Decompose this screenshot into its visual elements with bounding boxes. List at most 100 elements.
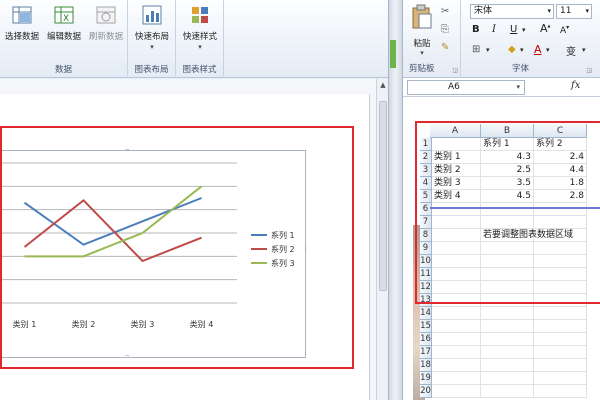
spreadsheet-grid[interactable]: ABC 1 系列 1 系列 2 2 类别 1 4.3 2.4 3 类别 2 2.5 4.4 4 类别 3… [403, 97, 600, 400]
borders-icon[interactable]: ⊞ [472, 44, 480, 55]
cell[interactable] [432, 229, 481, 242]
cell[interactable] [481, 203, 534, 216]
cell[interactable] [432, 242, 481, 255]
cell[interactable] [481, 346, 534, 359]
cell[interactable] [481, 307, 534, 320]
cell[interactable] [481, 255, 534, 268]
row-header[interactable]: 11 [420, 268, 432, 281]
cell[interactable]: 2.8 [534, 190, 587, 203]
dialog-launcher-icon[interactable]: ◲ [586, 67, 592, 74]
cell[interactable] [432, 320, 481, 333]
cell[interactable] [432, 268, 481, 281]
chevron-down-icon[interactable]: ▾ [520, 46, 524, 54]
row-header[interactable]: 3 [420, 164, 432, 177]
cell[interactable] [432, 346, 481, 359]
cell[interactable] [481, 242, 534, 255]
cell[interactable] [534, 359, 587, 372]
row-header[interactable]: 8 [420, 229, 432, 242]
resize-handle-right[interactable]: ⋮ [303, 246, 309, 253]
cell[interactable] [432, 281, 481, 294]
cell[interactable] [432, 333, 481, 346]
row-header[interactable]: 19 [420, 372, 432, 385]
cut-icon[interactable]: ✂ [441, 6, 449, 17]
cell[interactable] [534, 216, 587, 229]
bold-button[interactable]: B [472, 24, 480, 35]
cell[interactable] [481, 320, 534, 333]
scroll-thumb[interactable] [379, 101, 387, 291]
row-header[interactable]: 17 [420, 346, 432, 359]
cell[interactable] [481, 216, 534, 229]
cell[interactable] [534, 320, 587, 333]
cell[interactable] [432, 307, 481, 320]
cell[interactable] [534, 203, 587, 216]
data-range-border[interactable] [430, 207, 600, 209]
font-name-select[interactable]: 宋体 ▾ [470, 4, 554, 19]
row-header[interactable]: 16 [420, 333, 432, 346]
cell[interactable] [481, 372, 534, 385]
row-header[interactable]: 13 [420, 294, 432, 307]
row-header[interactable]: 5 [420, 190, 432, 203]
cell[interactable]: 类别 4 [432, 190, 481, 203]
cell[interactable] [534, 385, 587, 398]
column-header-c[interactable]: C [534, 124, 587, 138]
cell[interactable] [534, 281, 587, 294]
cell[interactable] [432, 372, 481, 385]
fill-color-icon[interactable]: ◆ [508, 44, 516, 55]
chevron-down-icon[interactable]: ▾ [546, 46, 550, 54]
cell[interactable] [432, 255, 481, 268]
column-header-a[interactable]: A [430, 124, 481, 138]
row-header[interactable]: 14 [420, 307, 432, 320]
dialog-launcher-icon[interactable]: ◲ [452, 67, 458, 74]
cell[interactable]: 1.8 [534, 177, 587, 190]
row-header[interactable]: 6 [420, 203, 432, 216]
row-header[interactable]: 12 [420, 281, 432, 294]
chevron-down-icon[interactable]: ▾ [582, 46, 586, 54]
cell[interactable] [481, 359, 534, 372]
cell[interactable] [534, 255, 587, 268]
row-header[interactable]: 9 [420, 242, 432, 255]
shrink-font-button[interactable]: A▾ [560, 24, 569, 36]
cell[interactable] [534, 242, 587, 255]
cell[interactable] [432, 385, 481, 398]
row-header[interactable]: 20 [420, 385, 432, 398]
cell[interactable] [481, 333, 534, 346]
paste-button[interactable]: 粘贴 ▾ [409, 4, 435, 57]
cell[interactable]: 4.4 [534, 164, 587, 177]
row-header[interactable]: 18 [420, 359, 432, 372]
underline-button[interactable]: U [510, 24, 517, 35]
grow-font-button[interactable]: A▴ [540, 22, 551, 35]
font-size-select[interactable]: 11 ▾ [556, 4, 592, 19]
embedded-chart[interactable]: ···· ···· ⋮ 类别 1 类别 2 类别 3 类别 4 系列 1 系列 2 系列 3 [0, 147, 309, 360]
cell[interactable] [534, 333, 587, 346]
row-header[interactable]: 10 [420, 255, 432, 268]
cell[interactable]: 系列 1 [481, 138, 534, 151]
name-box[interactable]: A6 ▾ [407, 80, 525, 95]
cell[interactable] [534, 307, 587, 320]
cell[interactable] [481, 281, 534, 294]
cell[interactable]: 2.4 [534, 151, 587, 164]
cell[interactable]: 3.5 [481, 177, 534, 190]
cell[interactable]: 4.3 [481, 151, 534, 164]
cell[interactable]: 系列 2 [534, 138, 587, 151]
row-header[interactable]: 15 [420, 320, 432, 333]
format-painter-icon[interactable]: ✎ [441, 42, 449, 53]
cell[interactable]: 类别 3 [432, 177, 481, 190]
cell[interactable] [432, 203, 481, 216]
chevron-down-icon[interactable]: ▾ [486, 46, 490, 54]
cell[interactable] [534, 294, 587, 307]
edit-data-button[interactable]: X 编辑数据 [42, 4, 86, 42]
cell[interactable] [432, 216, 481, 229]
italic-button[interactable]: I [492, 24, 496, 35]
row-header[interactable]: 2 [420, 151, 432, 164]
insert-function-icon[interactable]: fx [571, 80, 580, 91]
quick-styles-button[interactable]: 快速样式 ▾ [178, 4, 222, 51]
chevron-down-icon[interactable]: ▾ [522, 26, 526, 34]
resize-handle-top[interactable]: ···· [125, 147, 130, 154]
cell[interactable] [432, 138, 481, 151]
cell[interactable]: 4.5 [481, 190, 534, 203]
cell[interactable] [534, 268, 587, 281]
cell[interactable] [481, 385, 534, 398]
cell[interactable]: 类别 2 [432, 164, 481, 177]
select-data-button[interactable]: 选择数据 [0, 4, 44, 42]
cell[interactable] [432, 359, 481, 372]
